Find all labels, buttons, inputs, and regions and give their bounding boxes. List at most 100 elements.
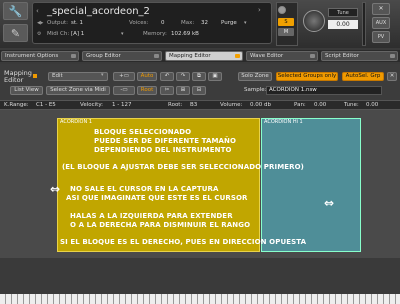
tab-led-icon xyxy=(235,54,240,58)
resize-cursor-left-icon: ⇔ xyxy=(50,182,61,196)
annotation-line: ASI QUE IMAGINATE QUE ESTE ES EL CURSOR xyxy=(66,194,248,202)
zone-acordion-hi-1[interactable]: ACORDION Hi 1 xyxy=(261,118,361,252)
annotation-line: NO SALE EL CURSOR EN LA CAPTURA xyxy=(70,185,219,193)
tab-led-icon xyxy=(154,54,159,58)
pv-button[interactable]: PV xyxy=(372,31,390,43)
velocity-value[interactable]: 1 - 127 xyxy=(112,102,131,108)
mapping-editor-title: Mapping Editor xyxy=(4,70,32,84)
tune-value[interactable]: 0.00 xyxy=(328,20,358,29)
tab-led-icon xyxy=(390,54,395,58)
sample-field[interactable]: ACORDION 1.nsw xyxy=(266,86,382,95)
tab-group-editor[interactable]: Group Editor xyxy=(82,51,162,61)
midi-dropdown-icon[interactable]: ▾ xyxy=(121,31,124,37)
title-line: Editor xyxy=(4,76,24,84)
tab-led-icon xyxy=(71,54,76,58)
annotation-line: BLOQUE SELECCIONADO xyxy=(94,128,192,136)
volume-label: Volume: xyxy=(220,102,243,108)
delete-button[interactable]: ⊟ xyxy=(192,86,206,95)
copy-button[interactable]: ⧉ xyxy=(192,72,206,81)
close-icon[interactable]: ✕ xyxy=(387,72,397,81)
purge-menu[interactable]: Purge xyxy=(221,20,237,26)
editor-indicator-icon xyxy=(33,74,37,78)
annotation-line: DEPENDIENDO DEL INSTRUMENTO xyxy=(94,146,232,154)
selected-groups-only-button[interactable]: Selected Groups only xyxy=(276,72,338,81)
duplicate-button[interactable]: ⊞ xyxy=(176,86,190,95)
edit-menu[interactable]: Edit xyxy=(48,72,108,81)
autosel-grp-button[interactable]: AutoSel. Grp xyxy=(342,72,384,81)
krange-value[interactable]: C1 - E5 xyxy=(36,102,56,108)
purge-dropdown-icon[interactable]: ▾ xyxy=(244,20,247,26)
resize-cursor-right-icon: ⇔ xyxy=(324,196,335,210)
voices-label: Voices: xyxy=(129,20,149,26)
chevron-right-icon[interactable]: › xyxy=(258,6,261,14)
tab-mapping-editor[interactable]: Mapping Editor xyxy=(165,51,243,61)
krange-label: K.Range: xyxy=(4,102,29,108)
zone-status-bar: K.Range: C1 - E5 Velocity: 1 - 127 Root:… xyxy=(0,100,400,110)
max-value[interactable]: 32 xyxy=(201,20,208,26)
tab-label: Script Editor xyxy=(325,53,359,59)
tab-led-icon xyxy=(310,54,315,58)
zoom-out-button[interactable]: -▭ xyxy=(113,86,135,95)
keyboard-strip[interactable] xyxy=(0,294,400,304)
annotation-line: O A LA DERECHA PARA DISMINUIR EL RANGO xyxy=(70,221,251,229)
midi-icon: ⚙ xyxy=(37,31,42,37)
output-label: Output: xyxy=(47,20,68,26)
tab-instrument-options[interactable]: Instrument Options xyxy=(1,51,79,61)
wrench-icon[interactable]: 🔧 xyxy=(3,2,28,20)
tune-knob[interactable] xyxy=(303,10,325,32)
undo-button[interactable]: ↶ xyxy=(160,72,174,81)
velocity-label: Velocity: xyxy=(80,102,104,108)
tune-label: Tune xyxy=(328,8,358,17)
pan-label: Pan: xyxy=(294,102,306,108)
annotation-line: SI EL BLOQUE ES EL DERECHO, PUES EN DIRE… xyxy=(60,238,307,246)
solo-button[interactable]: S xyxy=(278,18,294,26)
midi-label: Midi Ch: xyxy=(47,31,70,37)
tab-label: Wave Editor xyxy=(250,53,284,59)
output-icon: ◀▸ xyxy=(37,20,44,26)
instrument-header: 🔧 ✎ ‹ _special_acordeon_2 › ◀▸ Output: s… xyxy=(0,0,400,48)
edit-dropdown-icon[interactable]: ▾ xyxy=(101,72,104,78)
output-value[interactable]: st. 1 xyxy=(71,20,83,26)
chevron-left-icon[interactable]: ‹ xyxy=(36,7,39,15)
instrument-name[interactable]: _special_acordeon_2 xyxy=(47,6,150,17)
tab-script-editor[interactable]: Script Editor xyxy=(321,51,398,61)
root-key-label: Root: xyxy=(168,102,183,108)
root-key-value[interactable]: B3 xyxy=(190,102,197,108)
cut-button[interactable]: ✂ xyxy=(160,86,174,95)
sample-label: Sample: xyxy=(244,87,267,93)
tab-label: Instrument Options xyxy=(5,53,59,59)
solo-zone-button[interactable]: Solo Zone xyxy=(238,72,272,81)
mapping-grid[interactable]: ACORDION 1 ACORDION Hi 1 BLOQUE SELECCIO… xyxy=(0,110,400,304)
zone-tune-label: Tune: xyxy=(344,102,359,108)
mute-button[interactable]: M xyxy=(278,28,294,36)
redo-button[interactable]: ↷ xyxy=(176,72,190,81)
annotation-line: HALAS A LA IZQUIERDA PARA EXTENDER xyxy=(70,212,233,220)
memory-value: 102.69 kB xyxy=(171,31,199,37)
auto-map-button[interactable]: Auto xyxy=(137,72,157,81)
max-label: Max: xyxy=(181,20,195,26)
midi-channel-value[interactable]: [A] 1 xyxy=(71,31,84,37)
paste-button[interactable]: ▣ xyxy=(208,72,222,81)
zone-tune-value[interactable]: 0.00 xyxy=(366,102,378,108)
mapping-editor: Mapping Editor Edit ▾ +▭ Auto ↶ ↷ ⧉ ▣ So… xyxy=(0,64,400,304)
tab-wave-editor[interactable]: Wave Editor xyxy=(246,51,318,61)
select-zone-via-midi-button[interactable]: Select Zone via Midi xyxy=(46,86,110,95)
annotation-line: PUEDE SER DE DIFERENTE TAMAÑO xyxy=(94,137,237,145)
instrument-panel: ‹ _special_acordeon_2 › ◀▸ Output: st. 1… xyxy=(32,2,272,44)
zone-label: ACORDION 1 xyxy=(60,119,93,125)
voices-value: 0 xyxy=(161,20,165,26)
close-icon[interactable]: ✕ xyxy=(372,3,390,15)
tab-label: Group Editor xyxy=(86,53,121,59)
close-instrument-button[interactable] xyxy=(278,6,286,14)
root-button[interactable]: Root xyxy=(137,86,157,95)
pencil-icon[interactable]: ✎ xyxy=(3,24,28,42)
list-view-button[interactable]: List View xyxy=(10,86,43,95)
aux-button[interactable]: AUX xyxy=(372,17,390,29)
zoom-in-button[interactable]: +▭ xyxy=(113,72,135,81)
memory-label: Memory: xyxy=(143,31,167,37)
pan-value[interactable]: 0.00 xyxy=(314,102,326,108)
level-meter xyxy=(362,2,366,46)
editor-tabs: Instrument Options Group Editor Mapping … xyxy=(0,50,400,62)
zone-label: ACORDION Hi 1 xyxy=(264,119,303,125)
volume-value[interactable]: 0.00 db xyxy=(250,102,271,108)
